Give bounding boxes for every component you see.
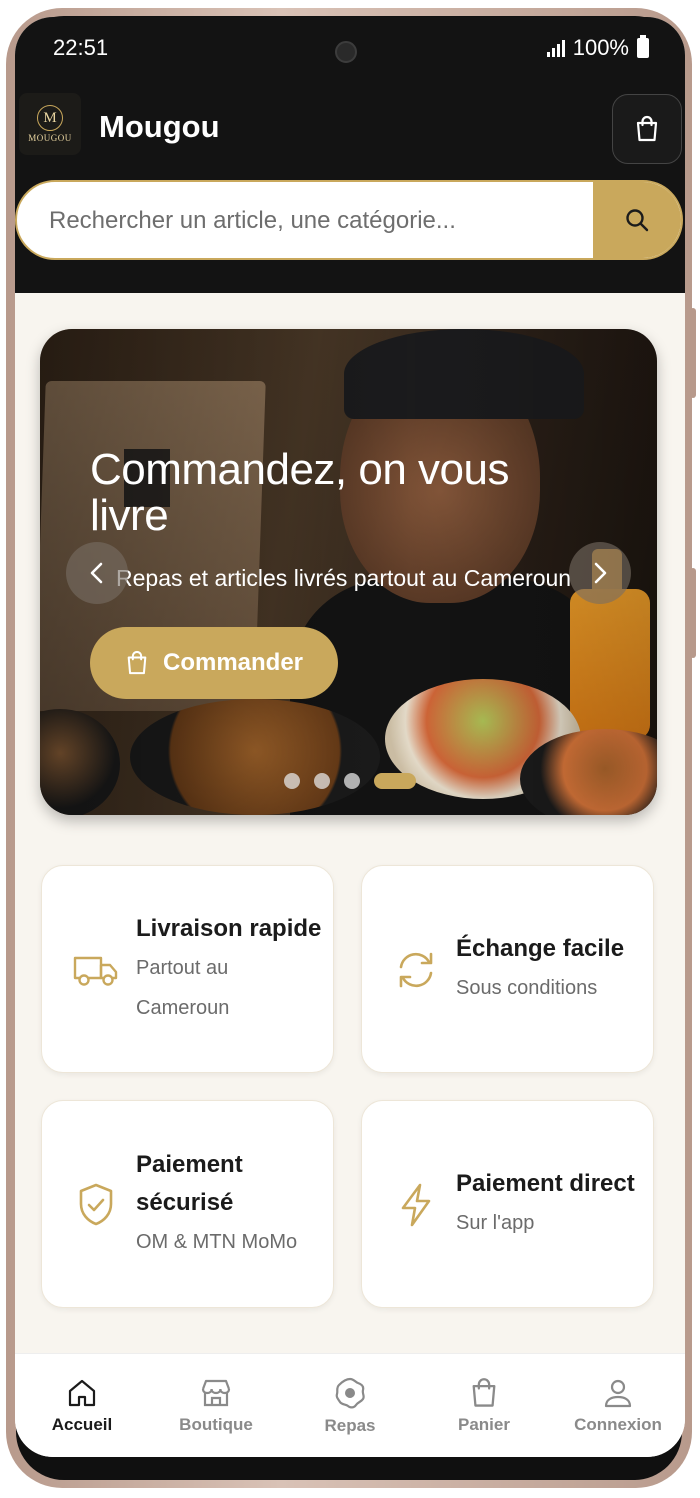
bottom-nav: Accueil Boutique Repas Panier Connexion	[15, 1353, 685, 1457]
chevron-left-icon	[90, 562, 103, 584]
order-button[interactable]: Commander	[90, 627, 338, 699]
feature-title: Livraison rapide	[136, 915, 322, 942]
carousel-dot[interactable]	[314, 773, 330, 789]
feature-title: Paiement direct	[456, 1170, 635, 1197]
feature-subtitle: Sur l'app	[456, 1212, 535, 1234]
shopping-bag-icon	[472, 1378, 496, 1407]
brand-name: Mougou	[99, 109, 220, 144]
app-screen: 22:51 100% M MOUGOU Mougou Rechercher un…	[15, 17, 685, 1457]
carousel-prev-button[interactable]	[66, 542, 128, 604]
home-icon	[68, 1379, 96, 1407]
side-button	[690, 308, 696, 398]
side-button	[690, 568, 696, 658]
nav-item-meals[interactable]: Repas	[283, 1354, 417, 1457]
feature-card-secure-payment: Paiement sécurisé OM & MTN MoMo	[41, 1100, 334, 1308]
refresh-icon	[399, 952, 433, 988]
nav-item-cart[interactable]: Panier	[417, 1354, 551, 1457]
feature-card-direct-payment: Paiement direct Sur l'app	[361, 1100, 654, 1308]
logo-letter: M	[37, 105, 63, 131]
nav-item-login[interactable]: Connexion	[551, 1354, 685, 1457]
carousel-dot[interactable]	[284, 773, 300, 789]
nav-label: Connexion	[574, 1415, 662, 1434]
meal-icon	[335, 1377, 365, 1409]
nav-label: Repas	[324, 1416, 376, 1435]
truck-icon	[73, 956, 118, 986]
status-bar: 22:51 100%	[15, 17, 685, 79]
carousel-dot[interactable]	[344, 773, 360, 789]
search-bar	[15, 180, 683, 260]
camera-icon	[335, 41, 357, 63]
user-icon	[604, 1379, 632, 1408]
nav-item-home[interactable]: Accueil	[15, 1354, 149, 1457]
hero-subtitle: Repas et articles livrés partout au Came…	[116, 565, 572, 591]
status-right: 100%	[546, 35, 649, 61]
search-icon	[626, 209, 649, 232]
carousel-dots	[284, 773, 416, 789]
feature-title: Échange facile	[456, 935, 625, 962]
feature-card-delivery: Livraison rapide Partout au Cameroun	[41, 865, 334, 1073]
status-time: 22:51	[53, 35, 109, 60]
nav-label: Boutique	[179, 1415, 253, 1434]
battery-icon	[637, 35, 649, 58]
feature-title: Paiement sécurisé	[136, 1151, 243, 1216]
nav-label: Accueil	[51, 1415, 113, 1434]
nav-item-shop[interactable]: Boutique	[149, 1354, 283, 1457]
feature-subtitle: Partout au Cameroun	[136, 957, 230, 1019]
nav-label: Panier	[458, 1415, 510, 1434]
feature-subtitle: Sous conditions	[456, 977, 598, 999]
carousel-dot-active[interactable]	[374, 773, 416, 789]
shopping-bag-icon	[127, 650, 147, 675]
search-input[interactable]	[47, 182, 591, 258]
shopping-bag-icon	[636, 115, 658, 142]
search-button[interactable]	[593, 182, 681, 258]
store-icon	[201, 1379, 231, 1407]
order-button-label: Commander	[162, 649, 304, 676]
battery-text: 100%	[572, 35, 629, 60]
lightning-icon	[401, 1183, 431, 1227]
hero-title: Commandez, on vous livre	[90, 445, 510, 540]
logo-text: MOUGOU	[28, 133, 72, 143]
hero-carousel[interactable]: Commandez, on vous livre Repas et articl…	[40, 329, 657, 815]
signal-icon	[546, 39, 565, 57]
cart-button[interactable]	[612, 94, 682, 164]
chevron-right-icon	[594, 562, 607, 584]
carousel-next-button[interactable]	[569, 542, 631, 604]
shield-check-icon	[79, 1183, 113, 1226]
feature-subtitle: OM & MTN MoMo	[136, 1231, 298, 1253]
brand-logo[interactable]: M MOUGOU	[19, 93, 81, 155]
feature-card-exchange: Échange facile Sous conditions	[361, 865, 654, 1073]
app-header: M MOUGOU Mougou	[15, 79, 685, 293]
